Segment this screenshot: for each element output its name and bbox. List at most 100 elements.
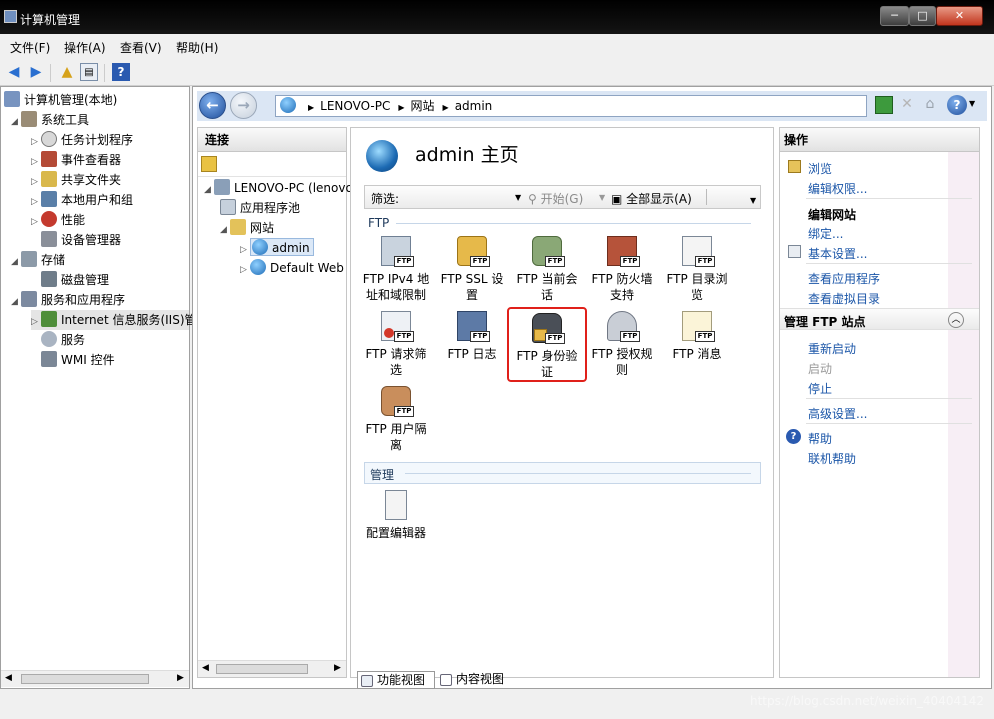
- breadcrumb-sites[interactable]: 网站: [411, 96, 435, 116]
- conn-item-default-web[interactable]: ▷ Default Web: [240, 258, 344, 278]
- expanded-triangle-icon[interactable]: ◢: [220, 220, 230, 240]
- tab-features-view[interactable]: 功能视图: [357, 671, 435, 689]
- feature-ftp-directory-browsing[interactable]: FTP FTP 目录浏览: [660, 236, 734, 303]
- new-connection-icon[interactable]: [201, 156, 217, 172]
- collapsed-triangle-icon[interactable]: ▷: [31, 212, 41, 232]
- tree-item-disk-management[interactable]: 磁盘管理: [41, 270, 109, 290]
- action-help[interactable]: 帮助: [808, 430, 832, 447]
- expanded-triangle-icon[interactable]: ◢: [11, 292, 21, 312]
- maximize-button[interactable]: □: [909, 6, 936, 26]
- collapsed-triangle-icon[interactable]: ▷: [31, 152, 41, 172]
- filter-overflow-icon[interactable]: ▼: [750, 196, 756, 205]
- home-icon[interactable]: ⌂: [921, 96, 939, 114]
- tree-item-wmi[interactable]: WMI 控件: [41, 350, 115, 370]
- collapse-icon[interactable]: ︿: [948, 312, 964, 328]
- feature-ftp-authorization-rules[interactable]: FTP FTP 授权规则: [585, 311, 659, 378]
- stop-icon[interactable]: ✕: [898, 96, 916, 114]
- filter-input[interactable]: [403, 188, 519, 206]
- feature-ftp-ipv4[interactable]: FTP FTP IPv4 地址和域限制: [359, 236, 433, 303]
- tree-item-device-manager[interactable]: 设备管理器: [41, 230, 121, 250]
- collapsed-triangle-icon[interactable]: ▷: [240, 260, 250, 280]
- manage-ftp-header[interactable]: 管理 FTP 站点 ︿: [780, 308, 979, 330]
- menu-view[interactable]: 查看(V): [120, 39, 162, 56]
- collapsed-triangle-icon[interactable]: ▷: [240, 240, 250, 260]
- go-dropdown-icon[interactable]: ▼: [599, 193, 605, 202]
- group-manage[interactable]: 管理: [364, 462, 761, 484]
- collapsed-triangle-icon[interactable]: ▷: [31, 172, 41, 192]
- menu-help[interactable]: 帮助(H): [176, 39, 218, 56]
- feature-ftp-logging[interactable]: FTP FTP 日志: [435, 311, 509, 362]
- feature-ftp-user-isolation[interactable]: FTP FTP 用户隔离: [359, 386, 433, 453]
- back-arrow-icon[interactable]: ◀: [5, 63, 23, 81]
- tree-item-event-viewer[interactable]: ▷ 事件查看器: [31, 150, 121, 170]
- tree-item-iis[interactable]: ▷ Internet 信息服务(IIS)管: [31, 310, 197, 332]
- tree-item-performance[interactable]: ▷ 性能: [31, 210, 85, 230]
- collapsed-triangle-icon[interactable]: ▷: [31, 312, 41, 332]
- group-ftp[interactable]: FTP: [364, 216, 761, 230]
- conn-item-server[interactable]: ◢ LENOVO-PC (lenovo: [204, 178, 353, 198]
- tree-item-services[interactable]: 服务: [41, 330, 85, 350]
- forward-nav-button[interactable]: →: [230, 92, 257, 119]
- tree-item-task-scheduler[interactable]: ▷ 任务计划程序: [31, 130, 133, 150]
- scroll-right-arrow-icon[interactable]: ▶: [177, 673, 184, 683]
- go-button[interactable]: ⚲ 开始(G): [528, 190, 583, 207]
- feature-ftp-request-filtering[interactable]: FTP FTP 请求筛选: [359, 311, 433, 378]
- expanded-triangle-icon[interactable]: ◢: [11, 112, 21, 132]
- refresh-icon[interactable]: [875, 96, 893, 114]
- minimize-button[interactable]: ─: [880, 6, 909, 26]
- tree-item-system-tools[interactable]: ◢ 系统工具: [11, 110, 89, 130]
- filter-dropdown-icon[interactable]: ▼: [515, 193, 521, 202]
- tree-item-root[interactable]: 计算机管理(本地): [4, 90, 117, 110]
- breadcrumb-server[interactable]: LENOVO-PC: [320, 96, 390, 116]
- tree-item-storage[interactable]: ◢ 存储: [11, 250, 65, 270]
- action-basic-settings[interactable]: 基本设置...: [808, 245, 867, 262]
- tree-item-shared-folders[interactable]: ▷ 共享文件夹: [31, 170, 121, 190]
- expanded-triangle-icon[interactable]: ◢: [204, 180, 214, 200]
- tree-item-services-apps[interactable]: ◢ 服务和应用程序: [11, 290, 125, 310]
- action-view-applications[interactable]: 查看应用程序: [808, 270, 880, 287]
- show-hide-tree-icon[interactable]: ▤: [80, 63, 98, 81]
- scroll-right-arrow-icon[interactable]: ▶: [334, 663, 341, 673]
- scroll-left-arrow-icon[interactable]: ◀: [202, 663, 209, 673]
- feature-ftp-messages[interactable]: FTP FTP 消息: [660, 311, 734, 362]
- feature-ftp-ssl[interactable]: FTP FTP SSL 设置: [435, 236, 509, 303]
- close-button[interactable]: ✕: [936, 6, 983, 26]
- action-online-help[interactable]: 联机帮助: [808, 450, 856, 467]
- feature-ftp-authentication[interactable]: FTP FTP 身份验证: [507, 307, 587, 382]
- breadcrumb-site[interactable]: admin: [455, 96, 493, 116]
- tree-item-local-users[interactable]: ▷ 本地用户和组: [31, 190, 133, 210]
- scroll-left-arrow-icon[interactable]: ◀: [5, 673, 12, 683]
- action-restart[interactable]: 重新启动: [808, 340, 856, 357]
- help-icon[interactable]: ?: [947, 95, 967, 115]
- action-browse[interactable]: 浏览: [808, 160, 832, 177]
- collapsed-triangle-icon[interactable]: ▷: [31, 192, 41, 212]
- show-all-button[interactable]: ▣ 全部显示(A): [611, 190, 692, 207]
- help-dropdown-icon[interactable]: ▼: [969, 99, 975, 108]
- conn-item-admin[interactable]: ▷ admin: [240, 238, 314, 258]
- scroll-thumb[interactable]: [216, 664, 308, 674]
- back-nav-button[interactable]: ←: [199, 92, 226, 119]
- up-folder-icon[interactable]: ▲: [58, 63, 76, 81]
- forward-arrow-icon[interactable]: ▶: [27, 63, 45, 81]
- breadcrumb[interactable]: ▶ LENOVO-PC ▶ 网站 ▶ admin: [275, 95, 867, 117]
- help-icon[interactable]: ?: [112, 63, 130, 81]
- action-edit-permissions[interactable]: 编辑权限...: [808, 180, 867, 197]
- action-stop[interactable]: 停止: [808, 380, 832, 397]
- collapsed-triangle-icon[interactable]: ▷: [31, 132, 41, 152]
- menu-file[interactable]: 文件(F): [10, 39, 50, 56]
- connections-horizontal-scrollbar[interactable]: ◀ ▶: [198, 660, 346, 677]
- conn-item-sites[interactable]: ◢ 网站: [220, 218, 274, 238]
- conn-item-app-pools[interactable]: 应用程序池: [220, 198, 300, 218]
- feature-ftp-firewall[interactable]: FTP FTP 防火墙 支持: [585, 236, 659, 303]
- menu-action[interactable]: 操作(A): [64, 39, 106, 56]
- tree-horizontal-scrollbar[interactable]: ◀ ▶: [1, 670, 189, 687]
- feature-ftp-sessions[interactable]: FTP FTP 当前会话: [510, 236, 584, 303]
- expanded-triangle-icon[interactable]: ◢: [11, 252, 21, 272]
- feature-config-editor[interactable]: 配置编辑器: [359, 490, 433, 541]
- action-advanced-settings[interactable]: 高级设置...: [808, 405, 867, 422]
- tab-content-view[interactable]: 内容视图: [437, 671, 517, 689]
- action-bindings[interactable]: 绑定...: [808, 225, 843, 242]
- action-view-virtual-dirs[interactable]: 查看虚拟目录: [808, 290, 880, 307]
- action-start[interactable]: 启动: [808, 360, 832, 377]
- scroll-thumb[interactable]: [21, 674, 149, 684]
